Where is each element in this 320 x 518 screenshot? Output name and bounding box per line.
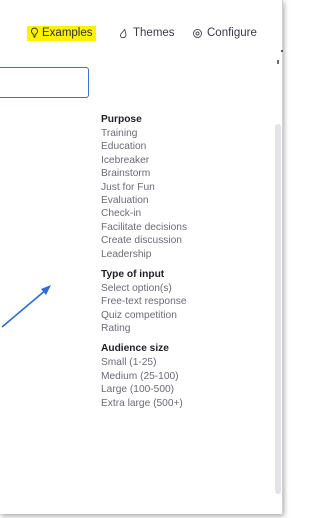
tab-examples[interactable]: Examples — [27, 24, 96, 42]
filter-list: Purpose Training Education Icebreaker Br… — [101, 112, 261, 410]
scrollbar[interactable] — [273, 60, 282, 514]
filter-option[interactable]: Free-text response — [101, 295, 261, 308]
examples-highlight: Examples — [27, 25, 96, 41]
filter-option[interactable]: Evaluation — [101, 194, 261, 207]
overflow-dot — [281, 50, 283, 52]
filter-panel-window: Examples Themes Configure Purpose Traini… — [0, 0, 283, 514]
filter-option[interactable]: Select option(s) — [101, 282, 261, 295]
tab-themes[interactable]: Themes — [118, 24, 175, 42]
tab-themes-label: Themes — [133, 27, 175, 39]
filter-option[interactable]: Small (1-25) — [101, 356, 261, 369]
tab-configure-label: Configure — [207, 27, 257, 39]
section-title-purpose: Purpose — [101, 114, 142, 125]
filter-option[interactable]: Icebreaker — [101, 154, 261, 167]
tab-bar: Examples Themes Configure — [0, 0, 283, 60]
paint-drop-icon — [118, 28, 129, 39]
tab-configure[interactable]: Configure — [192, 24, 257, 42]
filter-option[interactable]: Facilitate decisions — [101, 221, 261, 234]
section-title-audience-size: Audience size — [101, 343, 169, 355]
search-input[interactable] — [0, 67, 89, 98]
filter-option[interactable]: Just for Fun — [101, 181, 261, 194]
filter-option[interactable]: Check-in — [101, 207, 261, 220]
filter-option[interactable]: Rating — [101, 322, 261, 335]
filter-option[interactable]: Leadership — [101, 248, 261, 261]
section-title-type-of-input: Type of input — [101, 268, 165, 280]
gear-icon — [192, 28, 203, 39]
filter-option[interactable]: Large (100-500) — [101, 383, 261, 396]
tab-examples-label: Examples — [42, 26, 93, 39]
filter-option[interactable]: Quiz competition — [101, 309, 261, 322]
filter-option[interactable]: Extra large (500+) — [101, 397, 261, 410]
filter-option[interactable]: Create discussion — [101, 234, 261, 247]
filter-option[interactable]: Brainstorm — [101, 167, 261, 180]
annotation-arrow-icon — [1, 285, 51, 328]
filter-option[interactable]: Medium (25-100) — [101, 370, 261, 383]
lightbulb-icon — [29, 27, 40, 38]
scrollbar-thumb[interactable] — [275, 124, 281, 494]
scroll-up-marker — [277, 60, 279, 64]
filter-option[interactable]: Education — [101, 140, 261, 153]
filter-option[interactable]: Training — [101, 127, 261, 140]
